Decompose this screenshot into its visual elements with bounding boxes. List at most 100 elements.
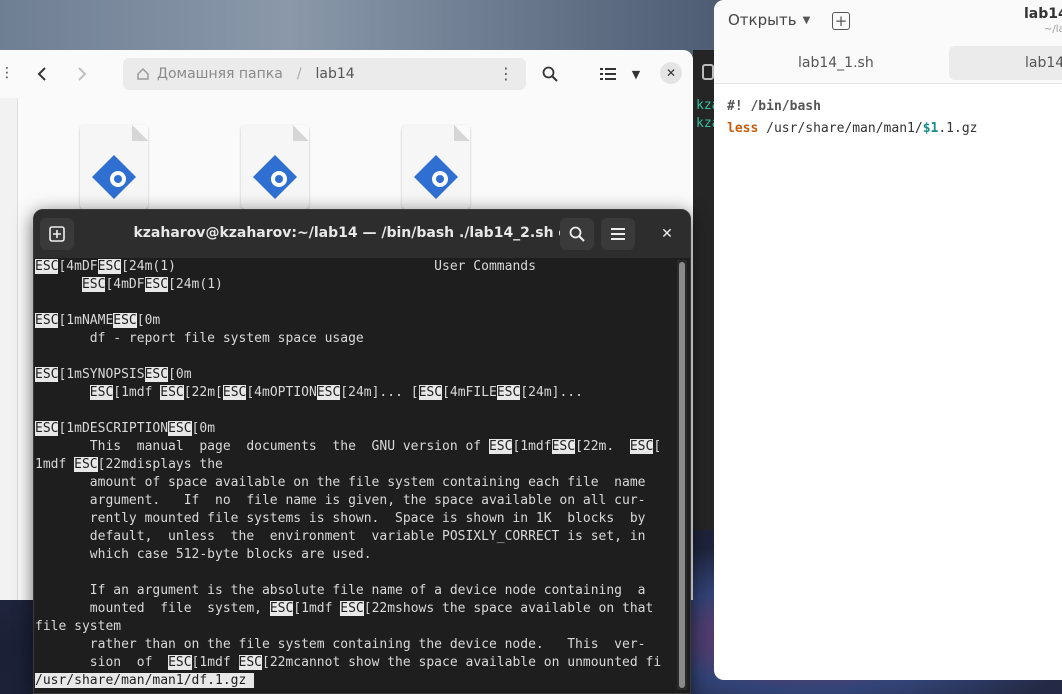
terminal-line: 1mdf ESC[22mdisplays the [35,456,675,474]
terminal-output[interactable]: ESC[4mDFESC[24m(1) User Commands ESC[4mD… [35,258,675,693]
breadcrumb-separator: / [296,66,302,82]
terminal-text: [4mDF [105,277,145,292]
terminal-line: rently mounted file systems is shown. Sp… [35,510,675,528]
esc-marker: ESC [113,313,137,328]
esc-marker: ESC [35,313,59,328]
terminal-text: [4mOPTION [246,385,317,400]
code-line-1: #! /bin/bash [727,96,1049,118]
terminal-menu-button[interactable] [601,218,635,250]
terminal-text: sion of [35,655,169,670]
terminal-text: rather than on the file system containin… [35,637,646,652]
esc-marker: ESC [418,385,443,400]
terminal-search-button[interactable] [560,218,594,250]
terminal-text: default, unless the environment variable… [35,529,646,544]
terminal-line: ESC[1mSYNOPSISESC[0m [35,366,675,384]
list-view-icon[interactable] [597,62,619,86]
text-editor-window: Открыть ▼ + lab14 ~/la lab14_1.sh lab14_… [714,0,1062,680]
esc-marker: ESC [222,385,247,400]
terminal-text: [22mcannot show the space available on u… [262,655,662,670]
background-terminal-tab-icon[interactable] [702,64,714,80]
terminal-text: amount of space available on the file sy… [35,475,646,490]
terminal-text: [4mDF [58,259,98,274]
path-menu-icon[interactable]: ⋮ [498,64,514,84]
breadcrumb-current[interactable]: lab14 [316,66,355,82]
terminal-scrollbar[interactable] [677,260,687,690]
editor-tabbar: lab14_1.sh lab14_ [714,44,1062,84]
terminal-line: ESC[1mdf ESC[22m[ESC[4mOPTIONESC[24m]...… [35,384,675,402]
terminal-text: mounted file system, [35,601,270,616]
terminal-line: df - report file system space usage [35,330,675,348]
esc-marker: ESC [97,259,122,274]
esc-marker: ESC [629,439,654,454]
esc-marker: ESC [89,385,114,400]
code-area[interactable]: #! /bin/bash less /usr/share/man/man1/$1.… [714,84,1062,152]
search-button[interactable] [538,62,562,86]
script-file-icon[interactable] [80,125,148,209]
gear-diamond-icon [414,155,458,199]
terminal-text: file system [35,619,122,634]
esc-marker: ESC [316,385,341,400]
back-button[interactable] [30,62,54,86]
terminal-text: [22mshows the space available on that [363,601,654,616]
view-options-chevron-down-icon[interactable]: ▼ [627,62,645,86]
gear-diamond-icon [92,155,136,199]
terminal-line: rather than on the file system containin… [35,636,675,654]
new-document-button[interactable]: + [832,12,850,30]
terminal-line: file system [35,618,675,636]
esc-marker: ESC [35,367,59,382]
tab-lab14-1[interactable]: lab14_1.sh [798,46,874,80]
terminal-text: [24m]... [520,385,583,400]
breadcrumb-home[interactable]: Домашняя папка [157,66,283,82]
terminal-line: amount of space available on the file sy… [35,474,675,492]
terminal-line: If an argument is the absolute file name… [35,582,675,600]
path-bar[interactable]: Домашняя папка / lab14 ⋮ [123,58,526,90]
terminal-line: default, unless the environment variable… [35,528,675,546]
sidebar-menu-icon[interactable]: ⋮ [0,65,14,83]
terminal-line: ESC[1mNAMEESC[0m [35,312,675,330]
terminal-line: sion of ESC[1mdf ESC[22mcannot show the … [35,654,675,672]
terminal-text: [22m. [575,439,630,454]
pager-status-text: /usr/share/man/man1/df.1.gz [35,673,255,688]
search-icon [569,226,585,242]
esc-marker: ESC [551,439,576,454]
terminal-line: ESC[4mDFESC[24m(1) [35,276,675,294]
terminal-line: This manual page documents the GNU versi… [35,438,675,456]
terminal-text: rently mounted file systems is shown. Sp… [35,511,646,526]
files-close-button[interactable]: ✕ [660,62,682,84]
esc-marker: ESC [160,385,184,400]
script-file-icon[interactable] [241,125,309,209]
terminal-text: [1mdf [191,655,239,670]
terminal-text: [24m(1) User Commands [121,259,536,274]
terminal-line: argument. If no file name is given, the … [35,492,675,510]
esc-marker: ESC [144,277,169,292]
open-button[interactable]: Открыть ▼ [728,11,810,29]
esc-marker: ESC [35,421,59,436]
scrollbar-thumb[interactable] [679,262,685,688]
terminal-headerbar: kzaharov@kzaharov:~/lab14 — /bin/bash ./… [34,210,690,258]
esc-marker: ESC [238,655,262,670]
script-file-icon[interactable] [402,125,470,209]
command-token: less [727,121,759,136]
shebang-text: #! /bin/bash [727,99,821,114]
esc-marker: ESC [340,601,364,616]
terminal-text: [22mdisplays the [97,457,223,472]
terminal-line: ESC[1mDESCRIPTIONESC[0m [35,420,675,438]
terminal-text: argument. If no file name is given, the … [35,493,646,508]
terminal-line: which case 512-byte blocks are used. [35,546,675,564]
files-headerbar: ⋮ Домашняя папка / lab14 ⋮ ▼ ✕ [0,50,693,98]
terminal-text: [4mFILE [442,385,497,400]
home-icon [135,66,151,82]
esc-marker: ESC [488,439,513,454]
esc-marker: ESC [496,385,521,400]
terminal-text: [0m [136,313,161,328]
terminal-close-button[interactable]: ✕ [650,218,684,250]
editor-subtitle: ~/la [1044,24,1062,35]
esc-marker: ESC [74,457,98,472]
forward-button[interactable] [70,62,94,86]
tab-lab14-2[interactable]: lab14_ [949,46,1062,80]
terminal-text: 1mdf [35,457,75,472]
sidebar-strip [0,98,18,600]
